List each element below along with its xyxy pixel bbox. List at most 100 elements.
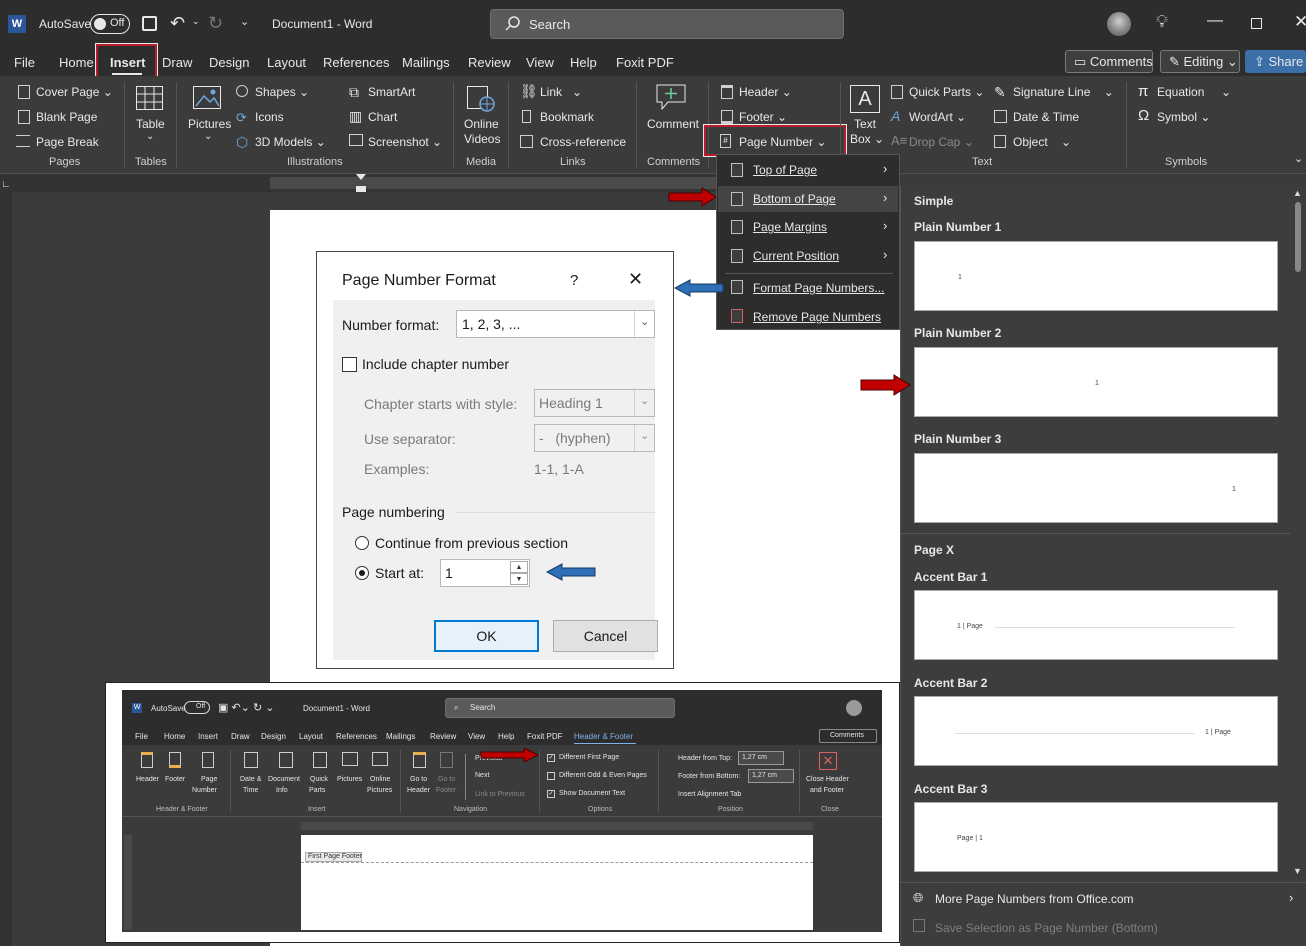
ruler-indent-marker-bottom[interactable] (356, 186, 366, 192)
smartart-button[interactable]: SmartArt (368, 85, 415, 99)
screenshot-button[interactable]: Screenshot ⌄ (368, 135, 442, 149)
cancel-button[interactable]: Cancel (553, 620, 658, 652)
gallery-item-accent-bar-3[interactable]: Page | 1 (914, 802, 1278, 872)
menu-item-current-position[interactable]: Current Position (753, 249, 839, 263)
header-button[interactable]: Header ⌄ (739, 85, 792, 99)
chart-button[interactable]: Chart (368, 110, 397, 124)
redo-icon[interactable]: ↻ (208, 13, 223, 34)
3d-models-button[interactable]: 3D Models ⌄ (255, 135, 326, 149)
videos-label[interactable]: Videos (464, 132, 500, 146)
tab-view[interactable]: View (526, 55, 554, 70)
menu-item-remove-page-numbers[interactable]: Remove Page Numbers (753, 310, 881, 324)
tab-insert[interactable]: Insert (110, 55, 145, 70)
comments-group-label: Comments (647, 156, 701, 168)
minimize-icon[interactable]: — (1207, 12, 1223, 30)
cover-page-button[interactable]: Cover Page ⌄ (36, 85, 113, 99)
tab-foxit-pdf[interactable]: Foxit PDF (616, 55, 674, 70)
tab-layout[interactable]: Layout (267, 55, 306, 70)
pictures-button[interactable]: Pictures (188, 117, 231, 131)
symbol-button[interactable]: Symbol ⌄ (1157, 110, 1210, 124)
footer-button[interactable]: Footer ⌄ (739, 110, 787, 124)
lightbulb-icon[interactable]: 💡︎ (1156, 12, 1168, 32)
editing-button[interactable]: ✎ Editing ⌄ (1160, 50, 1240, 73)
menu-item-page-margins[interactable]: Page Margins (753, 220, 827, 234)
pictures-dropdown-icon[interactable]: ⌄ (204, 131, 212, 142)
link-button[interactable]: Link ⌄ (540, 85, 582, 99)
examples-label: Examples: (364, 461, 430, 477)
continue-radio[interactable] (355, 536, 369, 550)
scroll-down-icon[interactable]: ▼ (1293, 866, 1302, 876)
menu-item-top-of-page[interactable]: Top of Page (753, 163, 817, 177)
tab-design[interactable]: Design (209, 55, 249, 70)
customize-qat-icon[interactable]: ⌄ (240, 15, 249, 28)
start-at-value[interactable]: 1 (445, 565, 453, 581)
number-format-select[interactable]: 1, 2, 3, ... ⌄ (456, 310, 655, 338)
tab-mailings[interactable]: Mailings (402, 55, 450, 70)
text-box-label-2[interactable]: Box ⌄ (850, 132, 884, 146)
comment-button[interactable]: Comment (647, 117, 699, 131)
inset-pictures-icon (342, 752, 358, 766)
spin-down-icon[interactable]: ▼ (510, 573, 528, 585)
gallery-item-plain-number-1[interactable]: 1 (914, 241, 1278, 311)
tab-draw[interactable]: Draw (162, 55, 192, 70)
menu-item-format-page-numbers[interactable]: Format Page Numbers... (753, 281, 884, 295)
shapes-button[interactable]: Shapes ⌄ (255, 85, 309, 99)
scroll-thumb[interactable] (1295, 202, 1301, 272)
wordart-button[interactable]: WordArt ⌄ (909, 110, 966, 124)
include-chapter-checkbox[interactable] (342, 357, 357, 372)
share-button[interactable]: ⇪ Share (1245, 50, 1306, 73)
help-button[interactable]: ? (570, 272, 578, 289)
close-icon[interactable]: ✕ (1294, 12, 1306, 32)
tab-file[interactable]: File (14, 55, 35, 70)
tab-review[interactable]: Review (468, 55, 511, 70)
undo-dropdown-icon[interactable]: ⌄ (192, 16, 200, 27)
gallery-item-accent-bar-1[interactable]: 1 | Page (914, 590, 1278, 660)
save-icon[interactable] (142, 16, 157, 31)
gallery-item-title: Plain Number 3 (914, 432, 1002, 446)
ok-button[interactable]: OK (434, 620, 539, 652)
dialog-close-icon[interactable]: ✕ (628, 269, 643, 290)
search-box[interactable]: Search (490, 9, 844, 39)
page-break-button[interactable]: Page Break (36, 135, 99, 149)
autosave-toggle[interactable]: Off (90, 14, 130, 34)
avatar[interactable] (1107, 12, 1131, 36)
scroll-up-icon[interactable]: ▲ (1293, 188, 1302, 198)
table-dropdown-icon[interactable]: ⌄ (146, 131, 154, 142)
equation-button[interactable]: Equation ⌄ (1157, 85, 1231, 99)
comments-button[interactable]: ▭ Comments (1065, 50, 1153, 73)
tab-selector-icon[interactable]: ∟ (1, 179, 11, 190)
start-at-radio[interactable] (355, 566, 369, 580)
more-page-numbers-link[interactable]: More Page Numbers from Office.com (935, 892, 1134, 906)
gallery-item-accent-bar-2[interactable]: 1 | Page (914, 696, 1278, 766)
table-button[interactable]: Table (136, 117, 165, 131)
text-box-label[interactable]: Text (854, 117, 876, 131)
separator-select: - (hyphen) ⌄ (534, 424, 655, 452)
blank-page-button[interactable]: Blank Page (36, 110, 97, 124)
online-label[interactable]: Online (464, 117, 499, 131)
maximize-icon[interactable] (1251, 18, 1262, 29)
gallery-item-plain-number-2[interactable]: 1 (914, 347, 1278, 417)
bookmark-button[interactable]: Bookmark (540, 110, 594, 124)
signature-line-button[interactable]: Signature Line ⌄ (1013, 85, 1114, 99)
cross-reference-button[interactable]: Cross-reference (540, 135, 626, 149)
spin-up-icon[interactable]: ▲ (510, 561, 528, 573)
date-time-button[interactable]: Date & Time (1013, 110, 1079, 124)
inset-diff-odd-checkbox (547, 772, 555, 780)
gallery-scrollbar[interactable]: ▲ ▼ (1290, 186, 1306, 882)
undo-icon[interactable]: ↶ (170, 13, 185, 34)
gallery-item-plain-number-3[interactable]: 1 (914, 453, 1278, 523)
page-number-button[interactable]: Page Number ⌄ (739, 135, 826, 149)
menu-item-bottom-of-page[interactable]: Bottom of Page (753, 192, 836, 206)
start-at-spinner[interactable]: 1 ▲ ▼ (440, 559, 530, 587)
tab-references[interactable]: References (323, 55, 389, 70)
collapse-ribbon-icon[interactable]: ⌄ (1294, 152, 1303, 165)
inset-ruler (301, 822, 813, 830)
tab-help[interactable]: Help (570, 55, 597, 70)
quick-parts-button[interactable]: Quick Parts ⌄ (909, 85, 984, 99)
icons-button[interactable]: Icons (255, 110, 284, 124)
tab-home[interactable]: Home (59, 55, 94, 70)
ruler-indent-marker[interactable] (356, 174, 366, 180)
page-number-menu: Top of Page › Bottom of Page › Page Marg… (716, 154, 900, 330)
object-button[interactable]: Object ⌄ (1013, 135, 1071, 149)
vertical-ruler[interactable] (0, 192, 12, 946)
